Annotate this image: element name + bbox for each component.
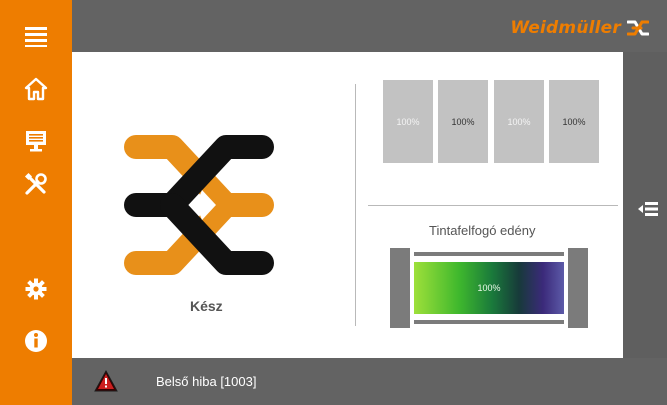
ink-level-4: 100% xyxy=(562,116,586,127)
ink-level-1: 100% xyxy=(396,116,420,127)
vertical-divider xyxy=(355,84,356,326)
app-window: Weidmüller Kész 100% 100% 100% 100% Tint… xyxy=(0,0,667,405)
tools-icon[interactable] xyxy=(22,170,50,198)
brand-logo-icon xyxy=(627,19,649,37)
settings-icon[interactable] xyxy=(22,275,50,303)
home-icon[interactable] xyxy=(22,75,50,103)
ink-cartridge-1: 100% xyxy=(383,80,433,163)
monitor-icon[interactable] xyxy=(22,127,50,155)
waste-container-title: Tintafelfogó edény xyxy=(429,223,536,238)
main-panel: Kész 100% 100% 100% 100% Tintafelfogó ed… xyxy=(72,52,623,358)
waste-rail-bottom xyxy=(414,320,564,324)
info-icon[interactable] xyxy=(22,327,50,355)
waste-level: 100% xyxy=(477,283,501,293)
sidebar xyxy=(0,0,72,405)
bottom-bar: Belső hiba [1003] xyxy=(72,358,667,405)
error-message[interactable]: Belső hiba [1003] xyxy=(156,374,256,389)
warning-icon[interactable] xyxy=(94,369,118,392)
ink-level-2: 100% xyxy=(451,116,475,127)
status-label: Kész xyxy=(190,298,223,314)
brand-name: Weidmüller xyxy=(510,18,621,38)
collapse-list-icon[interactable] xyxy=(635,198,661,220)
waste-level-bar: 100% xyxy=(414,262,564,314)
waste-container: 100% xyxy=(390,248,588,328)
ink-level-3: 100% xyxy=(507,116,531,127)
waste-bracket-left xyxy=(390,248,410,328)
brand: Weidmüller xyxy=(510,18,649,38)
ink-cartridge-3: 100% xyxy=(494,80,544,163)
ink-cartridge-2: 100% xyxy=(438,80,488,163)
menu-icon[interactable] xyxy=(22,22,50,50)
ink-cartridge-4: 100% xyxy=(549,80,599,163)
weidmuller-logo-icon xyxy=(124,130,274,280)
waste-bracket-right xyxy=(568,248,588,328)
top-bar: Weidmüller xyxy=(72,0,667,52)
waste-rail-top xyxy=(414,252,564,256)
horizontal-divider xyxy=(368,205,618,206)
